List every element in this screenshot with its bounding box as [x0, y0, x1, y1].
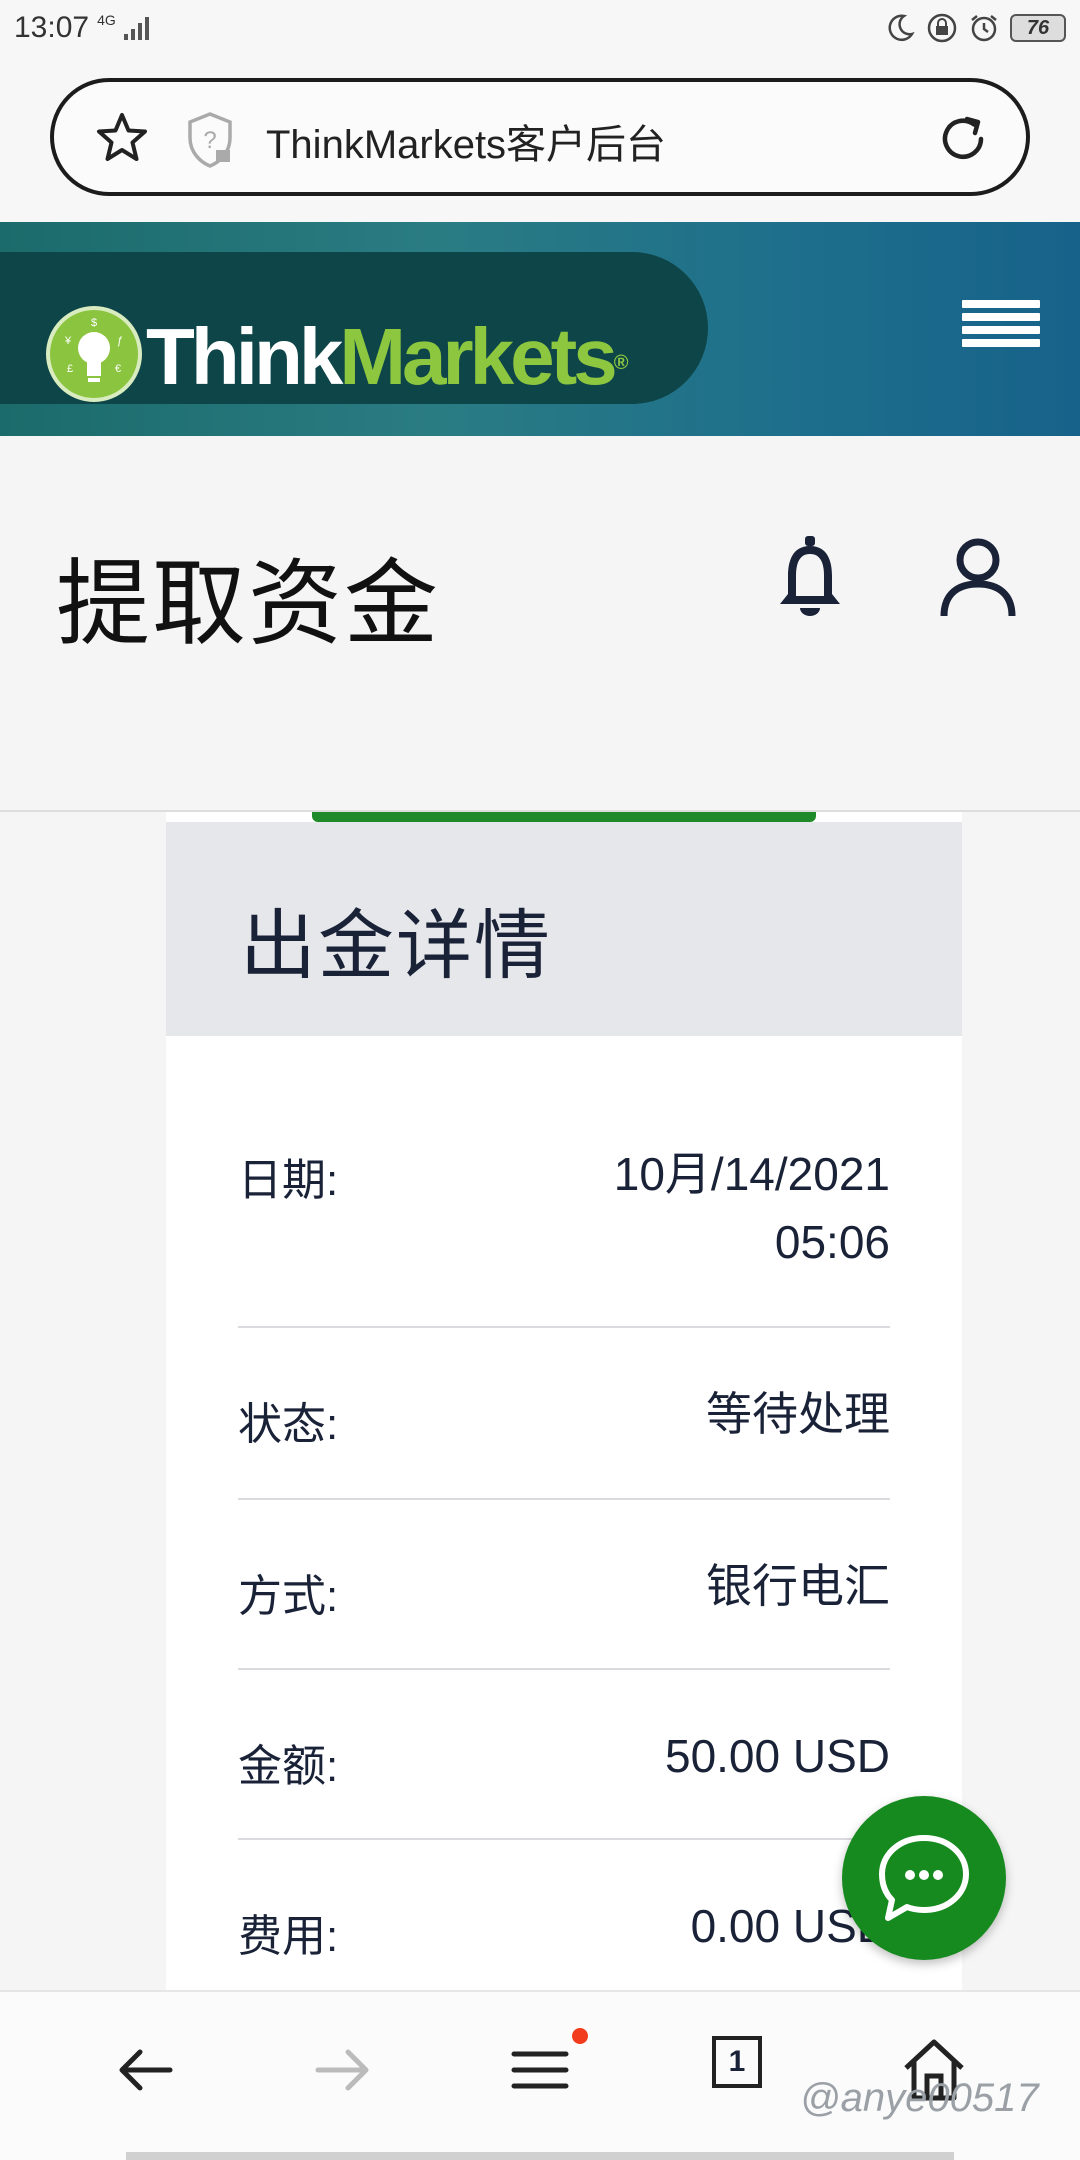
lightbulb-icon: $ ¥ ƒ £ € — [64, 317, 123, 382]
menu-lines-icon[interactable] — [502, 2032, 578, 2108]
row-value-time: 05:06 — [774, 1216, 890, 1268]
signal-icon — [123, 16, 149, 40]
page-header: 提取资金 — [0, 436, 1080, 812]
url-title[interactable]: ThinkMarkets客户后台 — [266, 112, 666, 170]
notification-dot — [572, 2028, 588, 2044]
bell-icon[interactable] — [772, 534, 848, 624]
row-label: 日期: — [238, 1156, 339, 1205]
svg-text:ƒ: ƒ — [117, 335, 123, 347]
brand-think: Think — [146, 312, 343, 401]
row-value-status: 等待处理 — [706, 1388, 890, 1440]
star-icon[interactable] — [94, 110, 150, 166]
alarm-icon — [971, 15, 997, 42]
chat-button[interactable] — [842, 1796, 1006, 1960]
brand-markets: Markets — [339, 312, 617, 401]
card-header: 出金详情 — [166, 822, 962, 1036]
page-title: 提取资金 — [56, 551, 441, 656]
detail-row-amount: 金额: 50.00 USD — [238, 1670, 890, 1840]
row-value-method: 银行电汇 — [706, 1560, 890, 1612]
shield-icon[interactable]: ? — [182, 110, 238, 170]
detail-row-fee: 费用: 0.00 USD — [238, 1840, 890, 1990]
row-label: 金额: — [238, 1742, 339, 1791]
svg-text:$: $ — [91, 317, 97, 329]
status-time: 13:07 — [14, 11, 90, 44]
browser-toolbar: ? ThinkMarkets客户后台 — [0, 56, 1080, 222]
network-type: 4G — [97, 12, 116, 28]
brand-logo-area[interactable]: $ ¥ ƒ £ € ThinkMarkets® — [0, 252, 708, 404]
brand-wordmark: ThinkMarkets® — [146, 314, 628, 400]
detail-row-date: 日期: 10月/14/2021 05:06 — [238, 1036, 890, 1328]
browser-bottom-nav: 1 — [0, 1990, 1080, 2160]
status-bar: 13:07 4G 76 — [0, 0, 1080, 56]
card-title: 出金详情 — [240, 904, 552, 989]
forward-icon[interactable] — [304, 2032, 380, 2108]
logo-bulb-icon: $ ¥ ƒ £ € — [46, 306, 142, 402]
svg-text:?: ? — [203, 127, 216, 154]
reload-icon[interactable] — [934, 110, 992, 168]
back-icon[interactable] — [108, 2032, 184, 2108]
row-value-date: 10月/14/2021 — [613, 1148, 890, 1200]
brand-reg: ® — [613, 352, 629, 374]
app-root: 13:07 4G 76 ? ThinkMarkets客户后台 $ ¥ ƒ £ €… — [0, 0, 1080, 2160]
user-icon[interactable] — [938, 536, 1018, 620]
svg-text:¥: ¥ — [64, 335, 72, 347]
row-label: 方式: — [238, 1572, 339, 1621]
menu-icon[interactable] — [962, 300, 1040, 360]
row-value-amount: 50.00 USD — [664, 1730, 890, 1782]
status-left: 13:07 4G — [14, 11, 149, 45]
row-label: 费用: — [238, 1912, 339, 1961]
lock-icon — [927, 13, 957, 43]
gesture-bar[interactable] — [126, 2152, 954, 2160]
detail-row-method: 方式: 银行电汇 — [238, 1500, 890, 1670]
svg-text:£: £ — [67, 363, 73, 375]
battery-indicator: 76 — [1010, 14, 1066, 42]
svg-text:€: € — [115, 363, 121, 375]
chat-icon — [879, 1835, 969, 1921]
watermark: @anye00517 — [800, 2076, 1039, 2120]
tabs-icon[interactable]: 1 — [712, 2036, 762, 2088]
status-right: 76 — [884, 12, 1066, 44]
detail-row-status: 状态: 等待处理 — [238, 1328, 890, 1500]
moon-icon — [888, 14, 915, 41]
address-bar[interactable]: ? ThinkMarkets客户后台 — [50, 78, 1030, 196]
card-accent-bar — [312, 812, 816, 822]
row-label: 状态: — [238, 1400, 339, 1449]
brand-header: $ ¥ ƒ £ € ThinkMarkets® — [0, 222, 1080, 436]
